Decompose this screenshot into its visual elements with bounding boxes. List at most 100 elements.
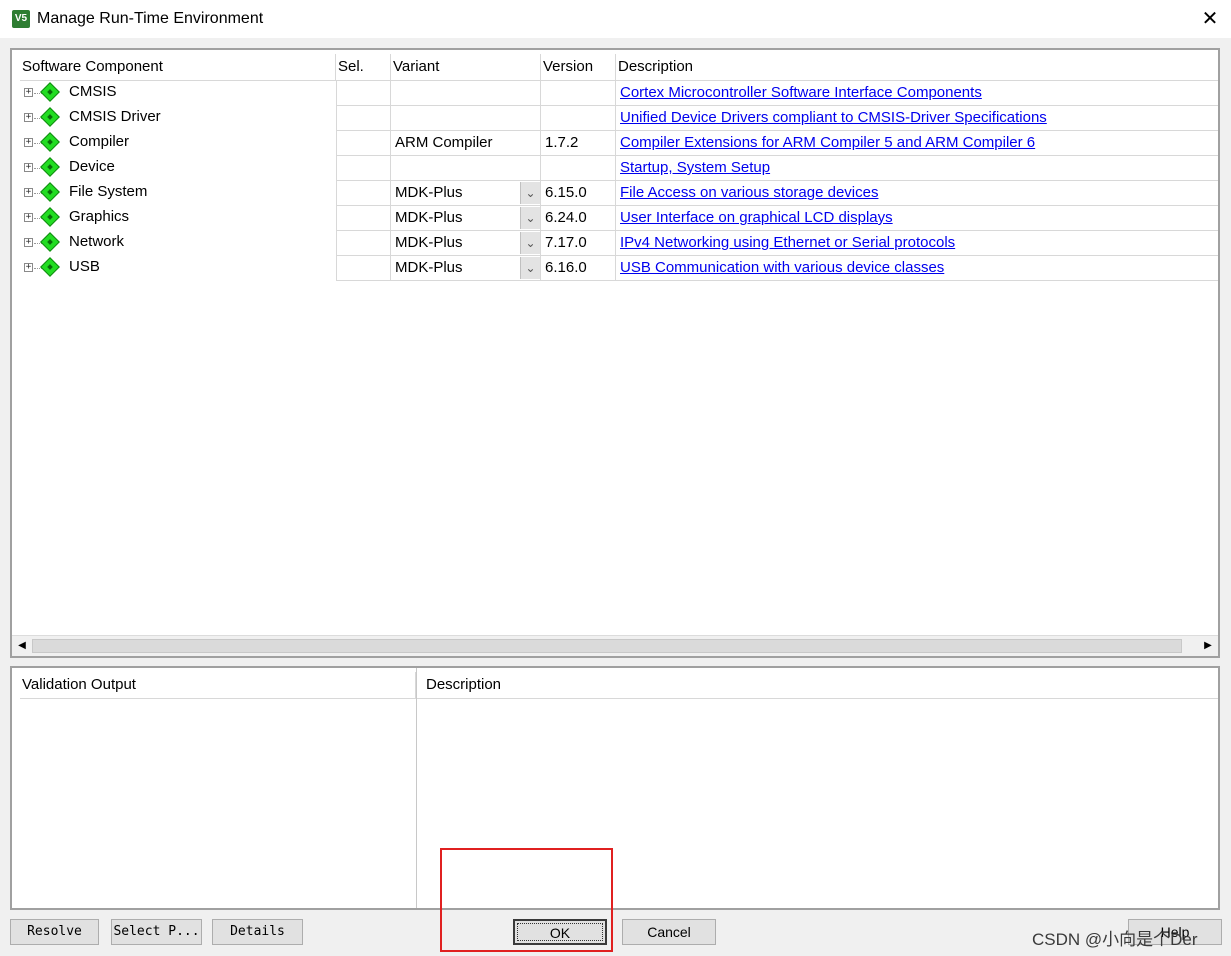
component-gem-icon [40, 182, 60, 202]
version-cell [541, 156, 616, 181]
description-cell: Cortex Microcontroller Software Interfac… [616, 81, 1218, 106]
variant-value: MDK-Plus [395, 184, 463, 201]
scroll-left-icon[interactable]: ◀ [14, 638, 30, 654]
component-gem-icon [40, 82, 60, 102]
version-cell: 1.7.2 [541, 131, 616, 156]
component-name: Compiler [69, 133, 130, 150]
expand-icon[interactable]: + [24, 163, 33, 172]
description-cell: User Interface on graphical LCD displays [616, 206, 1218, 231]
scroll-thumb[interactable] [32, 639, 1182, 653]
version-cell: 6.16.0 [541, 256, 616, 281]
sel-cell[interactable] [336, 231, 391, 256]
table-row[interactable]: + Graphics MDK-Plus ⌄ 6.24.0 User Interface o… [20, 206, 1218, 231]
details-button[interactable]: Details [212, 919, 303, 945]
component-name: CMSIS [69, 83, 117, 100]
sel-cell[interactable] [336, 181, 391, 206]
description-link[interactable]: USB Communication with various device cl… [620, 259, 944, 276]
expand-icon[interactable]: + [24, 238, 33, 247]
table-row[interactable]: + CMSIS Cortex Microcontroller Software In… [20, 81, 1218, 106]
column-header-sel[interactable]: Sel. [336, 54, 391, 80]
description-link[interactable]: Unified Device Drivers compliant to CMSI… [620, 109, 1047, 126]
component-gem-icon [40, 207, 60, 227]
table-row[interactable]: + Compiler ARM Compiler 1.7.2 Compiler Exten… [20, 131, 1218, 156]
description-cell: Unified Device Drivers compliant to CMSI… [616, 106, 1218, 131]
description-link[interactable]: File Access on various storage devices [620, 184, 878, 201]
expand-icon[interactable]: + [24, 213, 33, 222]
variant-value: MDK-Plus [395, 209, 463, 226]
component-name: CMSIS Driver [69, 108, 161, 125]
component-gem-icon [40, 157, 60, 177]
title-bar: V5 Manage Run-Time Environment ✕ [0, 0, 1231, 38]
sel-cell[interactable] [336, 81, 391, 106]
component-gem-icon [40, 257, 60, 277]
variant-cell[interactable]: MDK-Plus ⌄ [391, 256, 541, 281]
version-cell [541, 81, 616, 106]
component-name: Network [69, 233, 125, 250]
close-icon[interactable]: ✕ [1198, 6, 1222, 32]
sel-cell[interactable] [336, 256, 391, 281]
chevron-down-icon[interactable]: ⌄ [520, 232, 540, 254]
variant-cell[interactable]: MDK-Plus ⌄ [391, 206, 541, 231]
description-link[interactable]: Startup, System Setup [620, 159, 770, 176]
expand-icon[interactable]: + [24, 138, 33, 147]
description-link[interactable]: Cortex Microcontroller Software Interfac… [620, 84, 982, 101]
component-gem-icon [40, 132, 60, 152]
component-name: File System [69, 183, 148, 200]
app-icon: V5 [12, 10, 30, 28]
version-cell: 7.17.0 [541, 231, 616, 256]
variant-cell[interactable]: MDK-Plus ⌄ [391, 181, 541, 206]
description-cell: Compiler Extensions for ARM Compiler 5 a… [616, 131, 1218, 156]
description-link[interactable]: User Interface on graphical LCD displays [620, 209, 893, 226]
sel-cell[interactable] [336, 206, 391, 231]
chevron-down-icon[interactable]: ⌄ [520, 207, 540, 229]
validation-panel: Validation Output Description [10, 666, 1220, 910]
expand-icon[interactable]: + [24, 88, 33, 97]
description-cell: USB Communication with various device cl… [616, 256, 1218, 281]
variant-value: ARM Compiler [395, 134, 493, 151]
sel-cell[interactable] [336, 131, 391, 156]
table-row[interactable]: + File System MDK-Plus ⌄ 6.15.0 File Access o… [20, 181, 1218, 206]
table-row[interactable]: + Network MDK-Plus ⌄ 7.17.0 IPv4 Networking u… [20, 231, 1218, 256]
description-cell: File Access on various storage devices [616, 181, 1218, 206]
column-header-version[interactable]: Version [541, 54, 616, 80]
column-header-validation-output[interactable]: Validation Output [20, 672, 416, 698]
software-component-grid: Software Component Sel. Variant Version … [10, 48, 1220, 658]
column-header-software-component[interactable]: Software Component [20, 54, 336, 80]
description-link[interactable]: Compiler Extensions for ARM Compiler 5 a… [620, 134, 1035, 151]
description-link[interactable]: IPv4 Networking using Ethernet or Serial… [620, 234, 955, 251]
version-cell [541, 106, 616, 131]
select-packs-button[interactable]: Select P... [111, 919, 202, 945]
variant-value: MDK-Plus [395, 234, 463, 251]
cancel-button[interactable]: Cancel [622, 919, 716, 945]
version-cell: 6.15.0 [541, 181, 616, 206]
chevron-down-icon[interactable]: ⌄ [520, 182, 540, 204]
variant-cell [391, 81, 541, 106]
validation-header: Validation Output Description [20, 672, 1218, 699]
column-header-variant[interactable]: Variant [391, 54, 541, 80]
variant-cell[interactable]: MDK-Plus ⌄ [391, 231, 541, 256]
table-row[interactable]: + Device Startup, System Setup [20, 156, 1218, 181]
window-title: Manage Run-Time Environment [37, 10, 264, 27]
expand-icon[interactable]: + [24, 113, 33, 122]
resolve-button[interactable]: Resolve [10, 919, 99, 945]
table-row[interactable]: + CMSIS Driver Unified Device Drivers comp… [20, 106, 1218, 131]
variant-value: MDK-Plus [395, 259, 463, 276]
sel-cell[interactable] [336, 106, 391, 131]
highlight-annotation [440, 848, 613, 952]
component-gem-icon [40, 232, 60, 252]
column-header-validation-description[interactable]: Description [424, 672, 1218, 698]
sel-cell[interactable] [336, 156, 391, 181]
chevron-down-icon[interactable]: ⌄ [520, 257, 540, 279]
version-cell: 6.24.0 [541, 206, 616, 231]
expand-icon[interactable]: + [24, 263, 33, 272]
horizontal-scrollbar[interactable]: ◀ ▶ [12, 635, 1218, 656]
expand-icon[interactable]: + [24, 188, 33, 197]
variant-cell [391, 156, 541, 181]
scroll-right-icon[interactable]: ▶ [1200, 638, 1216, 654]
description-cell: IPv4 Networking using Ethernet or Serial… [616, 231, 1218, 256]
description-cell: Startup, System Setup [616, 156, 1218, 181]
table-row[interactable]: + USB MDK-Plus ⌄ 6.16.0 USB Communication wit… [20, 256, 1218, 281]
column-header-description[interactable]: Description [616, 54, 1218, 80]
variant-cell [391, 106, 541, 131]
validation-divider [416, 668, 417, 908]
